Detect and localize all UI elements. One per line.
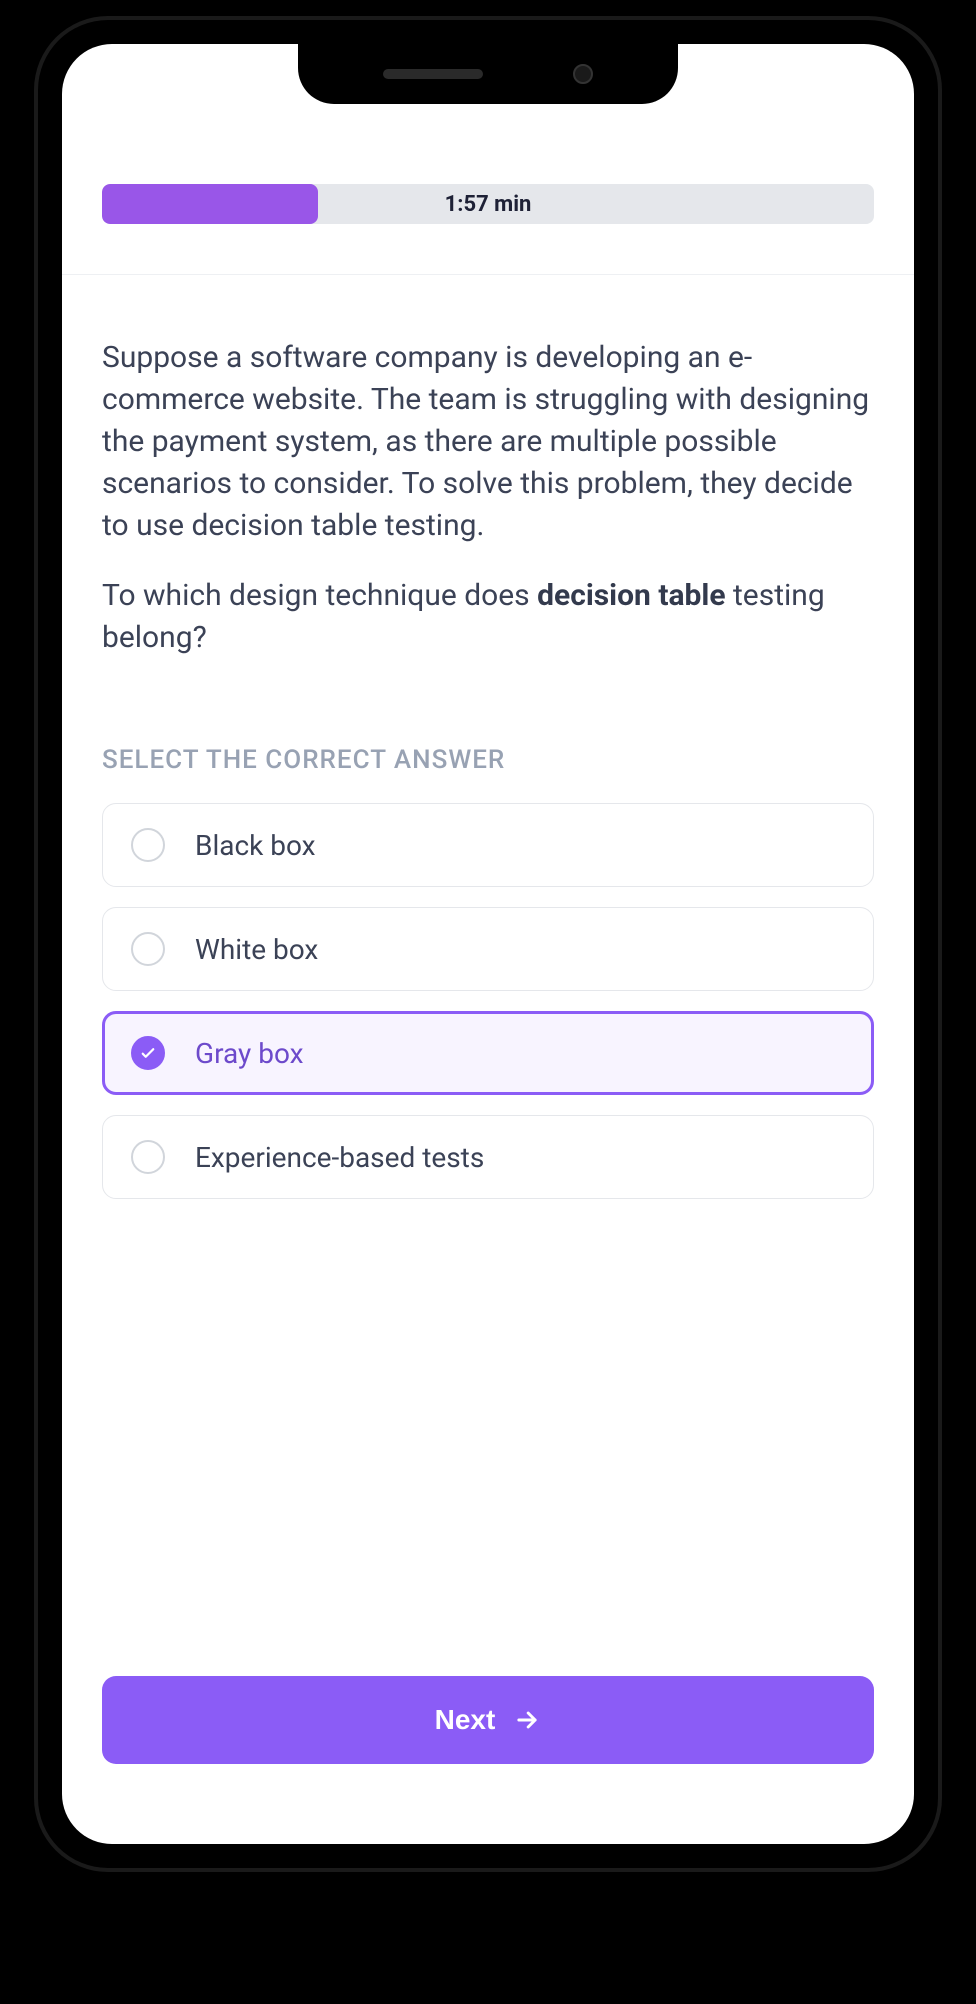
divider	[62, 274, 914, 275]
question-paragraph-1: Suppose a software company is developing…	[102, 337, 874, 547]
phone-frame: 1:57 min Suppose a software company is d…	[38, 20, 938, 1868]
timer-progress-fill	[102, 184, 318, 224]
timer-label: 1:57 min	[445, 192, 532, 217]
option-label: Black box	[195, 829, 316, 862]
notch-camera	[573, 64, 593, 84]
instruction-label: SELECT THE CORRECT ANSWER	[102, 745, 874, 775]
option-black-box[interactable]: Black box	[102, 803, 874, 887]
question-paragraph-2: To which design technique does decision …	[102, 575, 874, 659]
question-p2-prefix: To which design technique does	[102, 578, 537, 613]
phone-screen: 1:57 min Suppose a software company is d…	[62, 44, 914, 1844]
option-gray-box[interactable]: Gray box	[102, 1011, 874, 1095]
spacer	[102, 1199, 874, 1676]
radio-icon	[131, 932, 165, 966]
question-p2-bold: decision table	[537, 578, 725, 613]
question-block: Suppose a software company is developing…	[102, 337, 874, 659]
next-button[interactable]: Next	[102, 1676, 874, 1764]
radio-checked-icon	[131, 1036, 165, 1070]
phone-notch	[298, 44, 678, 104]
next-button-label: Next	[435, 1704, 496, 1736]
content-area: 1:57 min Suppose a software company is d…	[62, 44, 914, 1844]
option-white-box[interactable]: White box	[102, 907, 874, 991]
option-experience-based[interactable]: Experience-based tests	[102, 1115, 874, 1199]
notch-speaker	[383, 69, 483, 79]
option-label: Gray box	[195, 1037, 304, 1070]
radio-icon	[131, 1140, 165, 1174]
option-label: Experience-based tests	[195, 1141, 484, 1174]
arrow-right-icon	[513, 1706, 541, 1734]
options-list: Black box White box Gray box	[102, 803, 874, 1199]
radio-icon	[131, 828, 165, 862]
timer-progress-bar: 1:57 min	[102, 184, 874, 224]
option-label: White box	[195, 933, 318, 966]
